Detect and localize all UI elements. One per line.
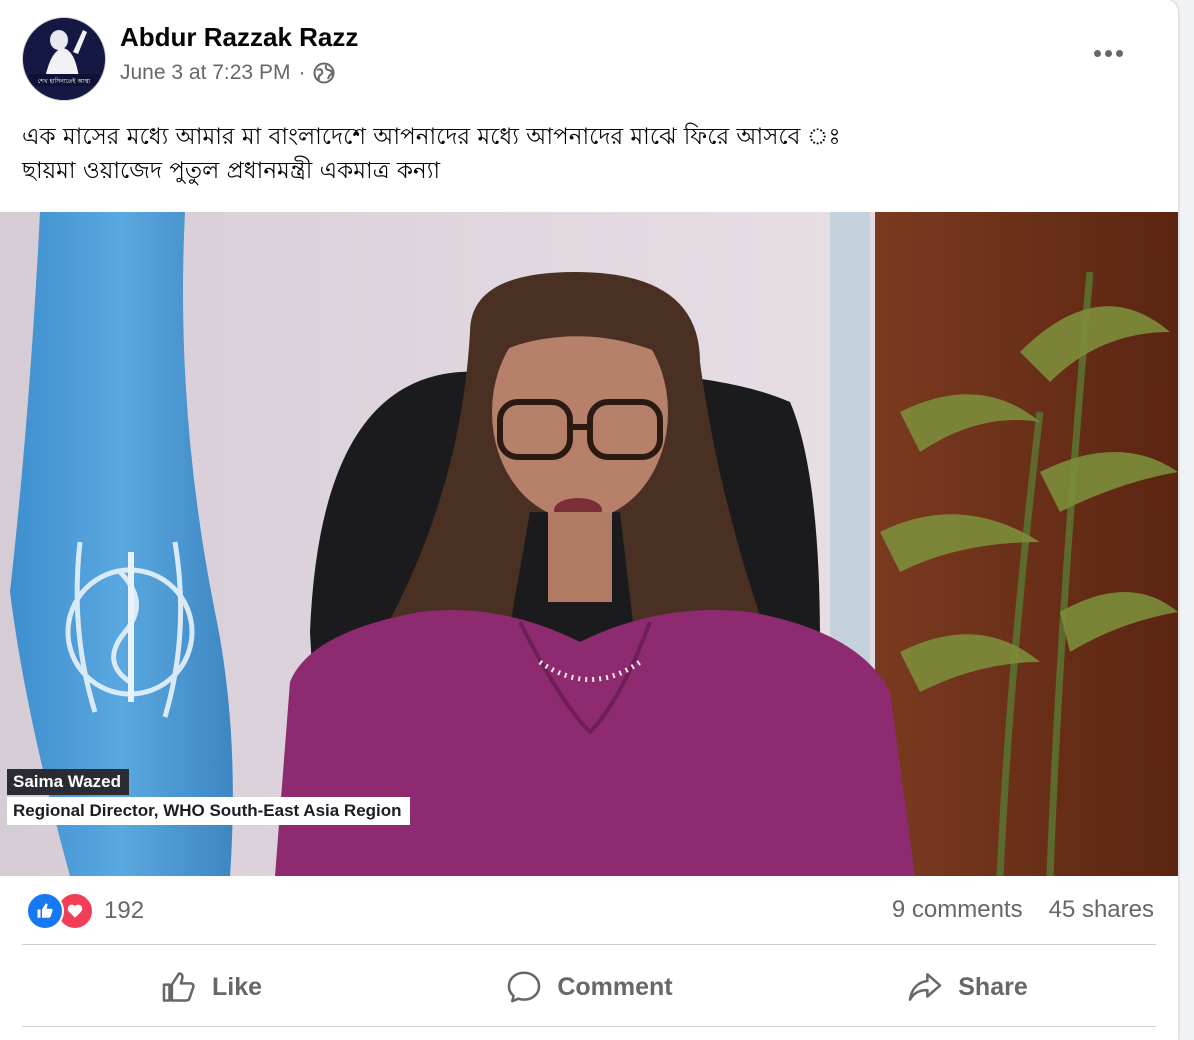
like-button[interactable]: Like bbox=[22, 946, 400, 1028]
share-label: Share bbox=[958, 972, 1028, 1001]
comment-bubble-icon bbox=[505, 968, 543, 1006]
divider bbox=[22, 1026, 1156, 1027]
avatar-caption: শেখ হাসিনাতেই আস্থা bbox=[38, 78, 91, 85]
video-frame bbox=[0, 212, 1178, 876]
post-text-line: এক মাসের মধ্যে আমার মা বাংলাদেশে আপনাদের… bbox=[22, 124, 841, 150]
author-avatar[interactable]: শেখ হাসিনাতেই আস্থা bbox=[22, 17, 106, 101]
comment-label: Comment bbox=[557, 972, 673, 1001]
video-lower-third-name: Saima Wazed bbox=[7, 769, 130, 795]
post-timestamp[interactable]: June 3 at 7:23 PM bbox=[120, 61, 290, 85]
reaction-summary[interactable]: 192 bbox=[26, 892, 144, 930]
reaction-count: 192 bbox=[104, 897, 145, 924]
post-text-line: ছায়মা ওয়াজেদ পুতুল প্রধানমন্ত্রী একমাত… bbox=[22, 158, 441, 184]
comment-button[interactable]: Comment bbox=[400, 946, 778, 1028]
dot-icon bbox=[1115, 49, 1123, 57]
dot-icon bbox=[1093, 49, 1101, 57]
video-player[interactable] bbox=[0, 212, 1178, 876]
post-meta: June 3 at 7:23 PM · bbox=[120, 61, 335, 85]
engagement-stats: 9 comments 45 shares bbox=[892, 896, 1154, 924]
share-button[interactable]: Share bbox=[778, 946, 1156, 1028]
more-options-button[interactable] bbox=[1088, 38, 1128, 68]
thumbs-up-icon bbox=[160, 968, 198, 1006]
post-card: শেখ হাসিনাতেই আস্থা Abdur Razzak Razz Ju… bbox=[0, 0, 1178, 1040]
post-text: এক মাসের মধ্যে আমার মা বাংলাদেশে আপনাদের… bbox=[22, 120, 1152, 188]
avatar-image: শেখ হাসিনাতেই আস্থা bbox=[23, 18, 105, 100]
divider bbox=[22, 944, 1156, 945]
meta-separator: · bbox=[298, 61, 306, 84]
like-reaction-icon bbox=[26, 892, 64, 930]
shares-count-link[interactable]: 45 shares bbox=[1049, 896, 1154, 924]
author-name[interactable]: Abdur Razzak Razz bbox=[120, 22, 358, 53]
share-arrow-icon bbox=[906, 968, 944, 1006]
globe-icon[interactable] bbox=[313, 62, 335, 84]
action-bar: Like Comment Share bbox=[22, 946, 1156, 1028]
video-lower-third-title: Regional Director, WHO South-East Asia R… bbox=[7, 797, 410, 825]
like-label: Like bbox=[211, 972, 263, 1001]
comments-count-link[interactable]: 9 comments bbox=[892, 896, 1023, 924]
dot-icon bbox=[1104, 49, 1112, 57]
